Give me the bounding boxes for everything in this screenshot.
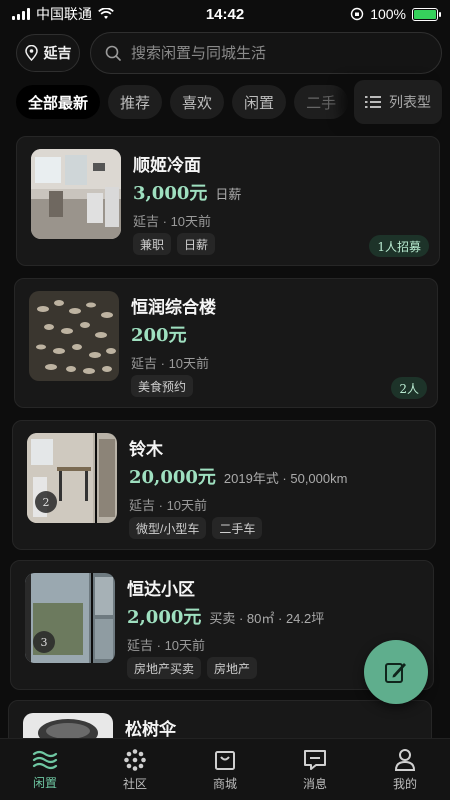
battery-icon [412, 7, 441, 21]
listing-meta: 延吉 · 10天前 [131, 356, 210, 371]
tag-chip: 房地产买卖 [127, 657, 202, 679]
location-button[interactable]: 延吉 [16, 34, 80, 72]
listing-price: 3,000元 [133, 183, 208, 204]
listing-thumbnail [29, 291, 119, 381]
bottom-nav: 闲置 社区 商城 消息 我的 [0, 738, 450, 800]
shopping-bag-icon [215, 750, 235, 770]
tag-chip: 日薪 [177, 233, 216, 255]
nav-label: 社区 [122, 776, 147, 791]
listing-thumbnail: 2 [27, 433, 117, 523]
list-icon [365, 96, 381, 108]
nav-mall[interactable]: 商城 [195, 748, 255, 792]
battery-percent: 100% [370, 6, 406, 22]
tag-chip: 美食预约 [131, 375, 194, 397]
listing-meta: 延吉 · 10天前 [129, 498, 208, 513]
recruit-badge: 1人招募 [369, 235, 429, 257]
nav-label: 消息 [302, 776, 327, 791]
nav-community[interactable]: 社区 [105, 748, 165, 792]
listing-card[interactable]: 2 铃木 20,000元 2019年式 · 50,000km 延吉 · 10天前… [12, 420, 436, 550]
wave-icon [32, 750, 58, 769]
participants-badge: 2人 [391, 377, 427, 399]
listing-price-note: 2019年式 · 50,000km [223, 471, 348, 486]
tag-chip: 微型/小型车 [129, 517, 207, 539]
search-bar[interactable] [90, 32, 442, 74]
listing-price-note: 日薪 [215, 187, 242, 202]
listing-card[interactable]: 恒润综合楼 200元 延吉 · 10天前 美食预约 2人 [14, 278, 438, 408]
edit-icon [385, 663, 406, 683]
tab-second-hand[interactable]: 二手 [294, 85, 349, 119]
listing-card[interactable]: 松树伞 [8, 700, 432, 738]
listing-meta: 延吉 · 10天前 [133, 214, 212, 229]
status-bar: 中国联通 14:42 100% [0, 0, 450, 28]
tag-chip: 兼职 [133, 233, 172, 255]
listing-title: 铃木 [129, 440, 163, 459]
listing-price: 20,000元 [129, 467, 216, 488]
listing-price: 2,000元 [127, 607, 202, 628]
listing-thumbnail: 3 [25, 573, 115, 663]
compose-button[interactable] [364, 640, 428, 704]
listing-meta: 延吉 · 10天前 [127, 638, 206, 653]
list-view-label: 列表型 [389, 94, 431, 110]
nav-messages[interactable]: 消息 [285, 748, 345, 792]
listing-title: 顺姬冷面 [133, 156, 201, 175]
orientation-lock-icon [350, 7, 364, 21]
category-tabs: 全部最新 推荐 喜欢 闲置 二手 列表型 [16, 80, 450, 128]
listing-title: 恒润综合楼 [131, 298, 216, 317]
nav-idle[interactable]: 闲置 [15, 749, 75, 791]
listing-title: 恒达小区 [127, 580, 195, 599]
location-pin-icon [24, 45, 38, 61]
list-view-toggle[interactable]: 列表型 [354, 80, 442, 124]
tab-recommended[interactable]: 推荐 [108, 85, 163, 119]
listing-thumbnail [23, 713, 113, 738]
search-icon [105, 45, 121, 61]
image-count-badge: 3 [33, 631, 55, 653]
person-icon [394, 748, 416, 771]
wifi-icon [98, 8, 114, 19]
chat-icon [304, 749, 326, 770]
tab-favorites[interactable]: 喜欢 [170, 85, 225, 119]
tab-idle[interactable]: 闲置 [232, 85, 287, 119]
nav-label: 商城 [212, 776, 237, 791]
dots-flower-icon [124, 748, 146, 771]
tag-chip: 二手车 [212, 517, 263, 539]
image-count-badge: 2 [35, 491, 57, 513]
listing-price: 200元 [131, 325, 187, 346]
listing-thumbnail [31, 149, 121, 239]
listing-title: 松树伞 [125, 720, 176, 738]
nav-label: 我的 [392, 776, 417, 791]
location-label: 延吉 [43, 45, 72, 61]
carrier-name: 中国联通 [36, 6, 92, 22]
tab-all-latest[interactable]: 全部最新 [16, 85, 101, 119]
listing-card[interactable]: 顺姬冷面 3,000元 日薪 延吉 · 10天前 兼职 日薪 1人招募 [16, 136, 440, 266]
search-input[interactable] [131, 44, 427, 62]
signal-icon [12, 8, 30, 20]
tag-chip: 房地产 [207, 657, 258, 679]
nav-label: 闲置 [32, 775, 57, 790]
nav-profile[interactable]: 我的 [375, 748, 435, 792]
listing-price-note: 买卖 · 80㎡ · 24.2坪 [209, 611, 325, 626]
